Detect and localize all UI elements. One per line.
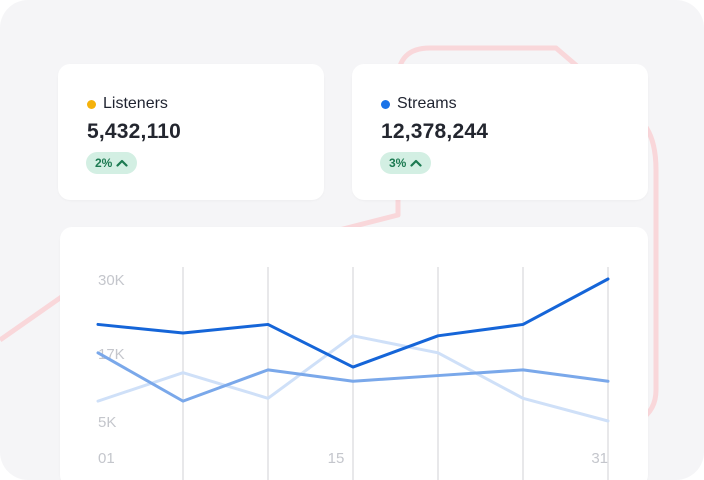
streams-change-text: 3%: [389, 156, 407, 170]
listeners-change-badge: 2%: [86, 152, 138, 174]
streams-card: Streams 12,378,244 3%: [352, 64, 648, 200]
app-frame: Listeners 5,432,110 2% Streams 12,378,24…: [0, 0, 704, 480]
streams-header: Streams: [381, 95, 457, 113]
streams-change-badge: 3%: [380, 152, 432, 174]
x-tick-label: 31: [591, 450, 608, 467]
listeners-dot: [87, 99, 96, 109]
line-chart: 30K17K5K01 15 31: [96, 267, 610, 480]
listeners-label: Listeners: [103, 95, 168, 112]
x-tick-label: 15: [328, 450, 345, 467]
y-tick-label: 5K: [98, 414, 116, 431]
chevron-up-icon: [410, 159, 422, 167]
x-tick-label: 01: [98, 450, 115, 467]
chevron-up-icon: [116, 159, 128, 167]
listeners-change-text: 2%: [95, 156, 113, 170]
chart-card: 30K 17K 5K 01 15 31: [60, 227, 648, 480]
streams-value: 12,378,244: [381, 120, 489, 143]
listeners-header: Listeners: [87, 95, 168, 113]
streams-dot: [381, 99, 390, 109]
y-tick-label: 30K: [98, 272, 125, 289]
listeners-value: 5,432,110: [87, 120, 182, 143]
streams-label: Streams: [397, 95, 457, 112]
listeners-card: Listeners 5,432,110 2%: [58, 64, 324, 200]
